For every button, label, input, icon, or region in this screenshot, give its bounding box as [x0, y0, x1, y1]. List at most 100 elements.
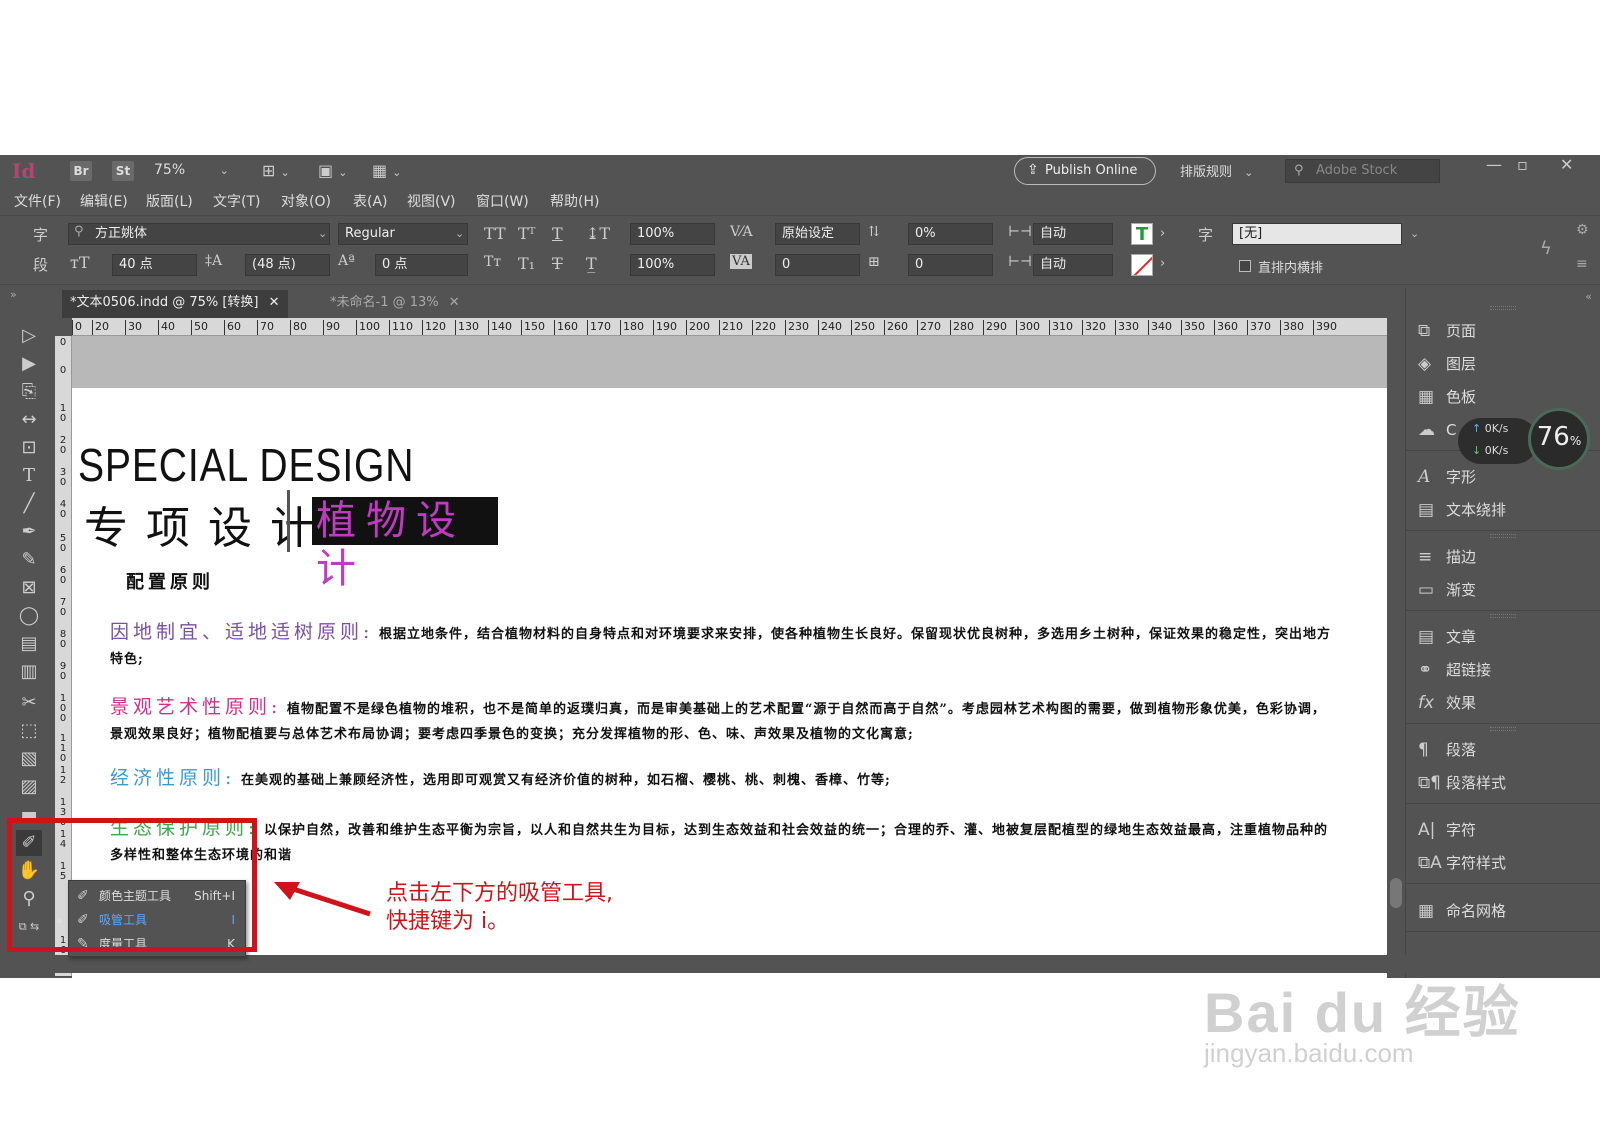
panel-hyperlinks[interactable]: ⚭ 超链接 — [1418, 657, 1491, 683]
subscript-icon[interactable]: T₁ — [518, 254, 535, 273]
panel-named-grids[interactable]: ▦ 命名网格 — [1418, 898, 1506, 924]
panel-stroke[interactable]: ≡ 描边 — [1418, 544, 1476, 570]
small-caps-icon[interactable]: Tт — [484, 254, 501, 270]
panel-cc-libraries[interactable]: ☁ C — [1418, 417, 1456, 443]
strikethrough-icon[interactable]: T — [552, 254, 563, 273]
underline-icon[interactable]: T — [552, 224, 563, 243]
adobe-stock-search[interactable]: ⚲ Adobe Stock — [1285, 159, 1440, 183]
panel-grip[interactable] — [1490, 306, 1516, 310]
menu-edit[interactable]: 编辑(E) — [80, 191, 128, 211]
ellipse-tool-icon[interactable]: ◯ — [16, 603, 42, 629]
paragraph-mode-tab[interactable]: 段 — [33, 254, 48, 275]
gear-icon[interactable]: ⚙ — [1576, 222, 1589, 238]
aki-field[interactable]: 0 — [908, 254, 993, 276]
panel-effects[interactable]: fx 效果 — [1418, 690, 1476, 716]
character-style-field[interactable]: [无] — [1232, 223, 1402, 245]
chevron-down-icon[interactable]: ⌄ — [318, 227, 327, 240]
horizontal-grid-tool-icon[interactable]: ▤ — [16, 631, 42, 657]
vertical-grid-tool-icon[interactable]: ▥ — [16, 659, 42, 685]
leading-field[interactable]: (48 点) — [245, 254, 330, 276]
baseline-shift-field[interactable]: 0 点 — [375, 254, 468, 276]
superscript-icon[interactable]: Tᵀ — [518, 224, 535, 243]
panel-character-styles[interactable]: ⧉A 字符样式 — [1418, 850, 1506, 876]
menu-object[interactable]: 对象(O) — [281, 191, 331, 211]
tab-document-active[interactable]: *文本0506.indd @ 75% [转换] ✕ — [62, 290, 288, 318]
kerning-field[interactable]: 原始设定 — [775, 223, 860, 245]
close-icon[interactable]: ✕ — [1560, 155, 1573, 174]
panel-swatches[interactable]: ▦ 色板 — [1418, 384, 1476, 410]
close-icon[interactable]: ✕ — [449, 295, 460, 310]
menu-help[interactable]: 帮助(H) — [550, 191, 599, 211]
chevron-right-icon[interactable]: › — [1160, 226, 1165, 241]
menu-layout[interactable]: 版面(L) — [146, 191, 193, 211]
expand-icon[interactable]: » — [10, 288, 17, 301]
menu-view[interactable]: 视图(V) — [407, 191, 456, 211]
stroke-none-swatch[interactable] — [1131, 254, 1153, 276]
scrollbar-thumb[interactable] — [1390, 878, 1402, 908]
doc-paragraph[interactable]: 景观艺术性原则: 植物配置不是绿色植物的堆积，也不是简单的返璞归真，而是审美基础… — [110, 695, 1338, 747]
page-tool-icon[interactable]: ⎘ — [16, 379, 42, 405]
panel-text-wrap[interactable]: ▤ 文本绕排 — [1418, 497, 1506, 523]
close-icon[interactable]: ✕ — [269, 295, 280, 310]
selection-tool-icon[interactable]: ▷ — [16, 323, 42, 349]
view-options-icon[interactable]: ⊞ ⌄ — [262, 161, 290, 180]
panel-pages[interactable]: ⧉ 页面 — [1418, 318, 1476, 344]
stock-button[interactable]: St — [112, 161, 134, 181]
direct-selection-tool-icon[interactable]: ▶ — [16, 351, 42, 377]
mojikumi-before-field[interactable]: 自动 — [1033, 223, 1113, 245]
minimize-icon[interactable]: — — [1486, 155, 1502, 174]
character-mode-tab[interactable]: 字 — [33, 224, 48, 245]
doc-paragraph[interactable]: 因地制宜、适地适树原则: 根据立地条件，结合植物材料的自身特点和对环境要求来安排… — [110, 620, 1338, 672]
font-size-field[interactable]: 40 点 — [112, 254, 197, 276]
mojikumi-after-field[interactable]: 自动 — [1033, 254, 1113, 276]
doc-paragraph[interactable]: 经济性原则: 在美观的基础上兼顾经济性，选用即可观赏又有经济价值的树种，如石榴、… — [110, 766, 1338, 793]
gradient-feather-tool-icon[interactable]: ▨ — [16, 774, 42, 800]
vertical-scrollbar[interactable] — [1387, 318, 1405, 978]
panel-grip[interactable] — [1490, 614, 1516, 618]
quick-apply-icon[interactable]: ϟ — [1540, 238, 1552, 259]
free-transform-tool-icon[interactable]: ⬚ — [16, 718, 42, 744]
collapse-icon[interactable]: « — [1585, 290, 1592, 303]
chevron-right-icon[interactable]: › — [1160, 256, 1165, 271]
chevron-down-icon[interactable]: ⌄ — [455, 227, 464, 240]
tracking-field[interactable]: 0 — [775, 254, 860, 276]
menu-file[interactable]: 文件(F) — [14, 191, 61, 211]
tab-document-untitled[interactable]: *未命名-1 @ 13% ✕ — [322, 290, 468, 318]
tate-chu-yoko-checkbox[interactable] — [1239, 260, 1251, 272]
panel-gradient[interactable]: ▭ 渐变 — [1418, 577, 1476, 603]
content-collector-icon[interactable]: ⊡ — [16, 435, 42, 461]
panel-grip[interactable] — [1490, 727, 1516, 731]
line-tool-icon[interactable]: ╱ — [16, 491, 42, 517]
horizontal-scale-field[interactable]: 100% — [630, 254, 715, 276]
tsume-field[interactable]: 0% — [908, 223, 993, 245]
menu-type[interactable]: 文字(T) — [213, 191, 260, 211]
vertical-scale-field[interactable]: 100% — [630, 223, 715, 245]
font-family-field[interactable]: 方正姚体 — [68, 223, 330, 245]
screen-mode-icon[interactable]: ▣ ⌄ — [318, 161, 347, 180]
pen-tool-icon[interactable]: ✒ — [16, 519, 42, 545]
panel-paragraph[interactable]: ¶ 段落 — [1418, 737, 1476, 763]
arrange-documents-icon[interactable]: ▦ ⌄ — [372, 161, 401, 180]
pencil-tool-icon[interactable]: ✎ — [16, 547, 42, 573]
gap-tool-icon[interactable]: ↔ — [16, 407, 42, 433]
scissors-tool-icon[interactable]: ✂ — [16, 690, 42, 716]
network-speed-widget[interactable]: ↑ 0K/s ↓ 0K/s 76% — [1458, 408, 1590, 470]
panel-menu-icon[interactable]: ≡ — [1576, 256, 1588, 272]
chevron-down-icon[interactable]: ⌄ — [1410, 227, 1419, 240]
menu-table[interactable]: 表(A) — [353, 191, 388, 211]
gradient-swatch-tool-icon[interactable]: ▧ — [16, 746, 42, 772]
type-tool-icon[interactable]: T — [16, 463, 42, 489]
font-style-field[interactable]: Regular — [338, 223, 468, 245]
maximize-icon[interactable]: ▫ — [1517, 155, 1528, 174]
bridge-button[interactable]: Br — [70, 161, 92, 181]
all-caps-icon[interactable]: TT — [484, 224, 506, 243]
fill-color-swatch[interactable]: T — [1131, 223, 1153, 245]
zoom-level[interactable]: 75% ⌄ — [154, 162, 229, 178]
doc-paragraph[interactable]: 生态保护原则: 以保护自然，改善和维护生态平衡为宗旨，以人和自然共生为目标，达到… — [110, 816, 1338, 868]
workspace-switcher[interactable]: 排版规则 ⌄ — [1180, 161, 1253, 180]
panel-articles[interactable]: ▤ 文章 — [1418, 624, 1476, 650]
rectangle-frame-tool-icon[interactable]: ⊠ — [16, 575, 42, 601]
publish-online-button[interactable]: ⇪ Publish Online — [1014, 157, 1156, 185]
doc-highlight-title[interactable]: 植物设计 — [312, 497, 498, 592]
menu-window[interactable]: 窗口(W) — [476, 191, 529, 211]
